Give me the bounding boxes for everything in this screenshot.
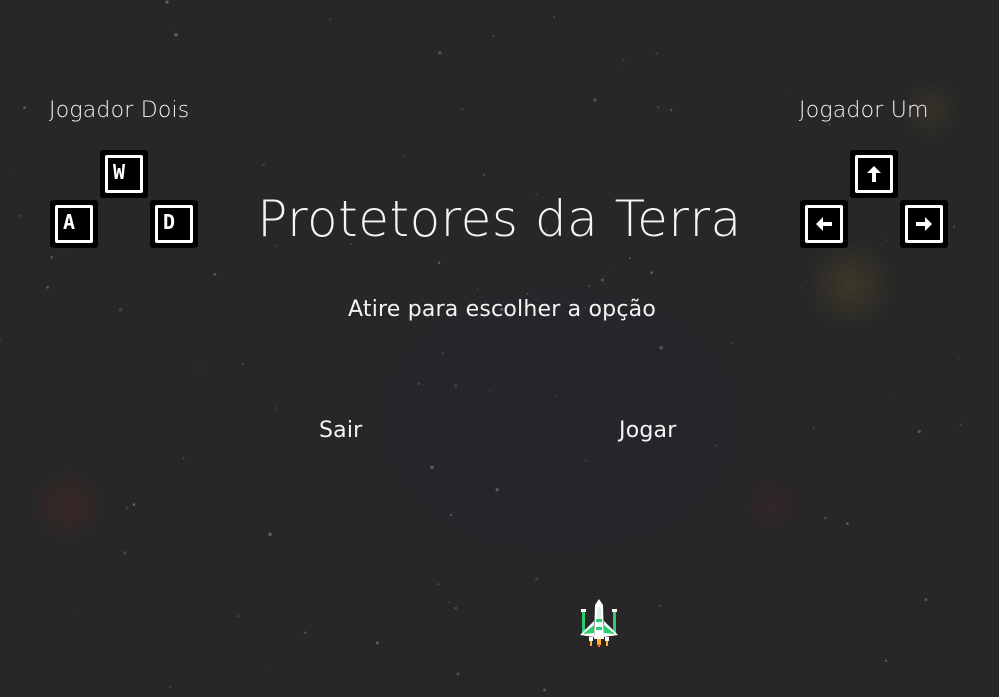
player-one-label: Jogador Um xyxy=(799,98,929,123)
star xyxy=(789,94,791,96)
star xyxy=(165,0,169,4)
w-key-label: W xyxy=(113,160,126,184)
star xyxy=(824,516,827,520)
star xyxy=(132,503,136,506)
star xyxy=(442,352,444,354)
game-title: Protetores da Terra xyxy=(257,190,742,248)
star xyxy=(489,390,491,392)
star xyxy=(438,50,442,55)
star xyxy=(534,577,539,581)
star xyxy=(543,688,546,692)
star xyxy=(801,286,803,288)
star xyxy=(957,357,960,360)
star xyxy=(275,407,277,409)
star xyxy=(461,107,464,111)
star xyxy=(655,52,658,55)
star xyxy=(437,261,441,265)
star xyxy=(198,366,201,369)
star xyxy=(375,641,379,645)
star xyxy=(584,459,588,462)
star xyxy=(812,426,815,430)
star xyxy=(600,278,604,282)
star xyxy=(169,685,172,689)
star xyxy=(237,615,240,618)
star xyxy=(670,108,673,112)
star xyxy=(454,384,458,388)
star xyxy=(167,25,170,27)
star xyxy=(268,532,272,537)
star xyxy=(628,257,631,260)
star xyxy=(174,33,178,37)
star xyxy=(12,170,15,172)
arrow-up-icon xyxy=(867,166,881,182)
star xyxy=(495,488,499,492)
player-two-label: Jogador Dois xyxy=(49,98,190,123)
star xyxy=(659,346,663,350)
star xyxy=(924,598,928,602)
star xyxy=(265,665,268,668)
star xyxy=(730,342,733,344)
star xyxy=(403,154,406,157)
star xyxy=(125,506,129,510)
star xyxy=(828,123,831,126)
quit-option[interactable]: Sair xyxy=(319,418,362,443)
spaceship-icon[interactable] xyxy=(576,597,622,651)
game-screen: Jogador Dois Jogador Um W A D Protetores… xyxy=(0,0,999,697)
star xyxy=(846,522,849,525)
star xyxy=(0,338,2,341)
star xyxy=(555,394,557,397)
star xyxy=(262,163,266,167)
star xyxy=(492,35,495,38)
star xyxy=(658,605,661,607)
star xyxy=(437,583,440,586)
star xyxy=(50,256,53,259)
star xyxy=(123,551,127,555)
star xyxy=(22,106,26,110)
star xyxy=(526,293,529,295)
star xyxy=(329,18,331,20)
star xyxy=(587,285,590,288)
star xyxy=(884,659,888,662)
star xyxy=(650,271,654,275)
star xyxy=(46,285,50,289)
star xyxy=(241,362,244,366)
star xyxy=(448,600,451,604)
star xyxy=(456,672,460,676)
star xyxy=(213,272,217,276)
star xyxy=(618,68,620,71)
star xyxy=(476,288,479,290)
star xyxy=(656,105,660,109)
star xyxy=(622,59,625,62)
star xyxy=(76,613,78,615)
star xyxy=(483,173,486,176)
star xyxy=(917,430,921,434)
star xyxy=(417,382,421,386)
star xyxy=(430,465,434,470)
star xyxy=(303,631,307,635)
star xyxy=(553,15,555,18)
star xyxy=(715,444,718,447)
star xyxy=(454,606,458,610)
star xyxy=(608,267,611,269)
play-option[interactable]: Jogar xyxy=(619,418,676,443)
star xyxy=(892,395,894,397)
instruction-text: Atire para escolher a opção xyxy=(348,297,656,322)
star xyxy=(182,457,185,460)
star xyxy=(593,98,597,102)
star xyxy=(449,513,453,517)
star xyxy=(959,423,962,426)
